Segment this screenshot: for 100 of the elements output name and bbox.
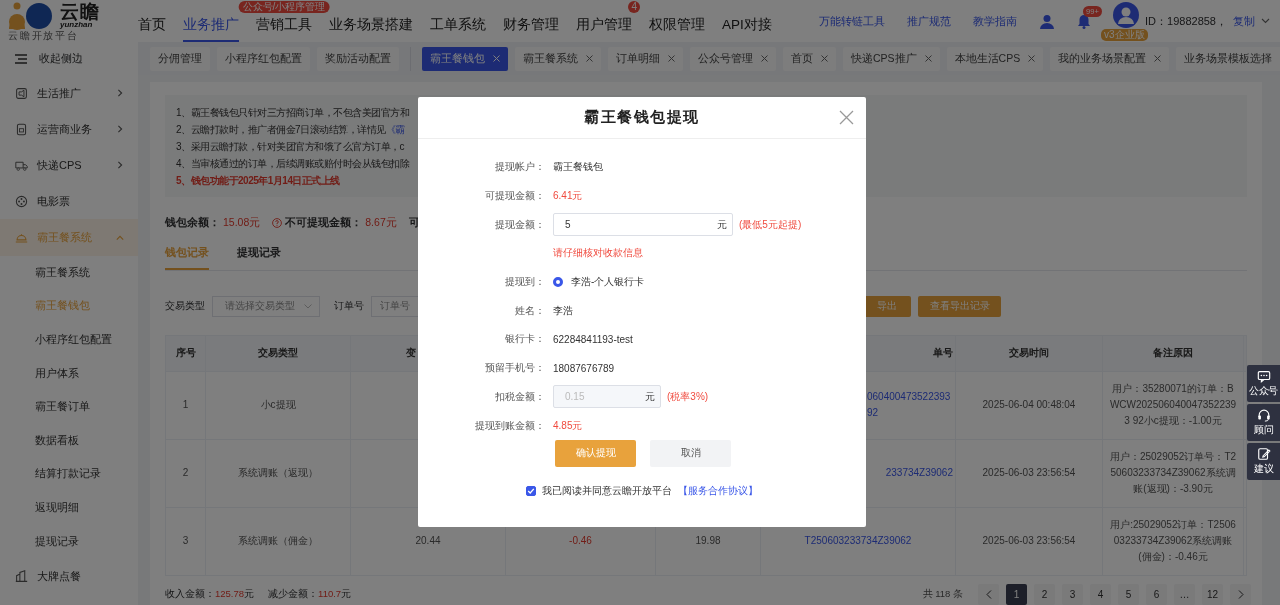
radio-label[interactable]: 李浩-个人银行卡 [571, 275, 645, 290]
nav-item[interactable]: 首页 [138, 15, 166, 42]
notice-link[interactable]: 《霸 [385, 124, 405, 135]
page-button[interactable]: 5 [1118, 583, 1139, 605]
page-tab[interactable]: 订单明细 [608, 46, 683, 71]
page-button[interactable]: 2 [1034, 583, 1055, 605]
nav-item[interactable]: 财务管理 [503, 15, 559, 42]
amount-value: 6.41元 [553, 189, 583, 204]
table-cell-text: 小c提现 [260, 398, 296, 413]
close-icon[interactable] [1154, 55, 1162, 62]
page-button[interactable]: 1 [1006, 583, 1027, 605]
side-float-button[interactable]: 顾问 [1247, 404, 1280, 441]
next-page-button[interactable] [1230, 583, 1251, 605]
close-icon[interactable] [586, 55, 593, 62]
agreement-checkbox[interactable] [526, 485, 536, 496]
column-header: 交易类型 [258, 346, 298, 361]
page-tab[interactable]: 霸王餐系统 [515, 46, 601, 71]
screen-icon [15, 86, 28, 100]
sidebar-item[interactable]: 电影票 [0, 183, 138, 219]
confirm-button[interactable]: 确认提现 [555, 439, 636, 467]
collapse-sidebar-button[interactable]: 收起侧边 [0, 42, 138, 75]
cancel-button[interactable]: 取消 [650, 439, 731, 467]
bell-icon[interactable] [1077, 13, 1092, 29]
page-tab[interactable]: 霸王餐钱包 [422, 46, 508, 71]
close-icon[interactable] [924, 55, 932, 62]
page-tab[interactable]: 奖励活动配置 [317, 46, 399, 71]
sidebar-subitem[interactable]: 数据看板 [0, 423, 138, 458]
nav-item[interactable]: 工单系统 [430, 15, 486, 42]
page-button[interactable]: 12 [1202, 583, 1223, 605]
table-cell-text: 19.98 [695, 534, 721, 549]
sidebar-subitem[interactable]: 提现记录 [0, 524, 138, 559]
amount-input[interactable]: 5 元 [553, 213, 733, 237]
form-label: 提现到： [504, 275, 545, 290]
stat-value: 15.08元 [223, 215, 261, 230]
column-header: 交易时间 [1009, 346, 1049, 361]
sidebar-item[interactable]: 快递CPS [0, 147, 138, 183]
column-header: 备注原因 [1153, 346, 1193, 361]
order-link[interactable]: T250603233734Z39062 [804, 533, 912, 550]
page-tab[interactable]: 我的业务场景配置 [1050, 46, 1170, 71]
sidebar-item[interactable]: 大牌点餐 [0, 558, 138, 595]
close-icon[interactable] [761, 55, 768, 62]
page-tab[interactable]: 公众号管理 [690, 46, 776, 71]
sidebar-subitem[interactable]: 小程序红包配置 [0, 323, 138, 357]
content-tab[interactable]: 提现记录 [237, 245, 281, 271]
prev-page-button[interactable] [978, 583, 999, 605]
order-link[interactable]: 233734Z39062 [885, 465, 953, 482]
nav-item[interactable]: 营销工具 [256, 15, 312, 42]
sidebar-subitem[interactable]: 霸王餐订单 [0, 390, 138, 424]
nav-badge: 4 [628, 1, 640, 13]
page-tab[interactable]: 分佣管理 [150, 46, 210, 71]
notice-line: 5、钱包功能于2025年1月14日正式上线 [176, 174, 340, 188]
page-tab[interactable]: 小程序红包配置 [217, 46, 310, 71]
page-tab[interactable]: 首页 [783, 46, 836, 71]
page-button[interactable]: … [1174, 583, 1195, 605]
sidebar-item[interactable]: 生活推广 [0, 75, 138, 111]
copy-link[interactable]: 复制 [1233, 13, 1255, 29]
warning-note: 请仔细核对收款信息 [553, 246, 643, 261]
nav-item[interactable]: 权限管理 [649, 15, 705, 42]
close-icon[interactable] [668, 55, 675, 62]
page-tab[interactable]: 快递CPS推广 [843, 46, 940, 71]
avatar-icon[interactable] [1113, 2, 1140, 28]
stat-label: 可 [408, 215, 420, 230]
nav-item[interactable]: API对接 [722, 15, 772, 42]
close-icon[interactable] [1028, 55, 1036, 62]
form-label: 银行卡： [504, 332, 545, 347]
side-float-button[interactable]: 公众号 [1247, 365, 1280, 402]
page-button[interactable]: 3 [1062, 583, 1083, 605]
chat-icon [1256, 369, 1271, 383]
form-label: 提现到账金额： [474, 418, 545, 433]
headset-icon [1256, 408, 1271, 422]
header-link[interactable]: 万能转链工具 [819, 13, 886, 29]
form-value: 霸王餐钱包 [553, 160, 603, 175]
close-icon[interactable] [839, 110, 854, 125]
people-icon[interactable] [1039, 13, 1056, 29]
table-cell-text: 2025-06-03 23:56:54 [982, 466, 1076, 481]
sidebar-subitem[interactable]: 霸王餐系统 [0, 256, 138, 290]
header-link[interactable]: 教学指南 [973, 13, 1018, 29]
logo-subtitle: yunzhan [60, 21, 93, 29]
sidebar-subitem[interactable]: 用户体系 [0, 356, 138, 391]
page-tab[interactable]: 业务场景模板选择 [1176, 46, 1280, 71]
nav-item[interactable]: 业务场景搭建 [329, 15, 413, 42]
page-button[interactable]: 4 [1090, 583, 1111, 605]
user-id: ID：19882858， [1145, 13, 1227, 29]
page-tab[interactable]: 本地生活CPS [946, 46, 1044, 71]
notice-line: 4、当审核通过的订单，后续调账或赔付时会从钱包扣除 [176, 157, 410, 171]
sidebar-subitem[interactable]: 结算打款记录 [0, 457, 138, 492]
agreement-link[interactable]: 【服务合作协议】 [678, 483, 758, 498]
table-cell-text: 用户：35280071的订单：BWCW2025060400473522393 92小c提现：-1.00元 [1109, 382, 1237, 429]
close-icon[interactable] [821, 55, 828, 62]
sidebar-item[interactable]: 运营商业务 [0, 111, 138, 147]
sidebar-subitem[interactable]: 返现明细 [0, 491, 138, 525]
column-header: 单号 [933, 346, 953, 361]
order-link[interactable]: 06040047352239392 [867, 389, 953, 422]
chevron-down-icon[interactable] [1261, 18, 1270, 24]
radio-button[interactable] [553, 277, 563, 288]
table-cell-text: 系统调账（返现） [238, 466, 318, 481]
side-float-button[interactable]: 建议 [1247, 443, 1280, 480]
page-button[interactable]: 6 [1146, 583, 1167, 605]
header-link[interactable]: 推广规范 [907, 13, 952, 29]
nav-item[interactable]: 用户管理 [576, 15, 632, 42]
